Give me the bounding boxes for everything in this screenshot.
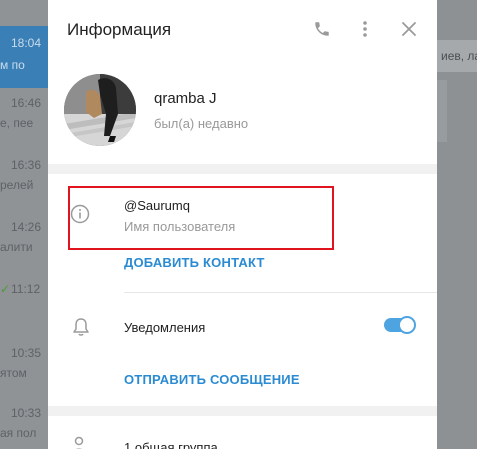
chat-snippet: е, пее	[0, 116, 34, 130]
user-info-dialog: Информация qramba J был(а) недавно @Saur…	[48, 0, 437, 449]
dialog-title: Информация	[67, 20, 172, 39]
dialog-header: Информация	[48, 0, 437, 58]
chat-time: 16:36	[11, 158, 42, 172]
notifications-toggle[interactable]	[384, 316, 416, 334]
background-chat-list: 18:04 м по 16:46 е, пее 16:36 релей 14:2…	[0, 0, 48, 449]
chat-list-item[interactable]: 18:04 м по	[0, 26, 48, 88]
chat-time: 10:33	[11, 406, 42, 420]
user-icon	[72, 436, 86, 449]
section-divider	[48, 164, 437, 174]
chat-snippet: ая пол	[0, 426, 37, 440]
chat-time: 18:04	[11, 36, 42, 50]
phone-icon[interactable]	[310, 17, 334, 41]
background-panel	[437, 80, 447, 142]
section-separator	[124, 292, 437, 293]
chat-time: 16:46	[11, 96, 42, 110]
chat-snippet: релей	[0, 178, 34, 192]
notifications-label: Уведомления	[124, 320, 206, 335]
section-divider	[48, 406, 437, 416]
close-icon[interactable]	[397, 17, 421, 41]
username-section: @Saurumq Имя пользователя ДОБАВИТЬ КОНТА…	[48, 182, 437, 292]
add-contact-button[interactable]: ДОБАВИТЬ КОНТАКТ	[124, 255, 265, 270]
background-chat-area: иев, ла	[437, 0, 477, 449]
profile-section: qramba J был(а) недавно	[48, 70, 437, 160]
more-vertical-icon[interactable]	[353, 17, 377, 41]
chat-snippet: алити	[0, 240, 33, 254]
chat-time: 11:12	[11, 282, 41, 296]
chat-time: 10:35	[11, 346, 42, 360]
background-message-snippet: иев, ла	[437, 40, 477, 72]
profile-status: был(а) недавно	[154, 116, 249, 131]
common-groups-section[interactable]: 1 общая группа	[48, 430, 437, 449]
chat-time: 14:26	[11, 220, 42, 234]
toggle-knob	[398, 316, 416, 334]
common-groups-label: 1 общая группа	[124, 440, 218, 449]
bell-icon	[72, 317, 90, 342]
avatar[interactable]	[64, 74, 136, 146]
read-check-icon: ✓	[0, 282, 11, 296]
chat-snippet: м по	[0, 58, 25, 72]
highlight-box	[68, 186, 334, 250]
send-message-button[interactable]: ОТПРАВИТЬ СООБЩЕНИЕ	[124, 372, 300, 387]
profile-name: qramba J	[154, 90, 217, 107]
notifications-section: Уведомления ОТПРАВИТЬ СООБЩЕНИЕ	[48, 300, 437, 387]
chat-snippet: ятом	[0, 366, 27, 380]
